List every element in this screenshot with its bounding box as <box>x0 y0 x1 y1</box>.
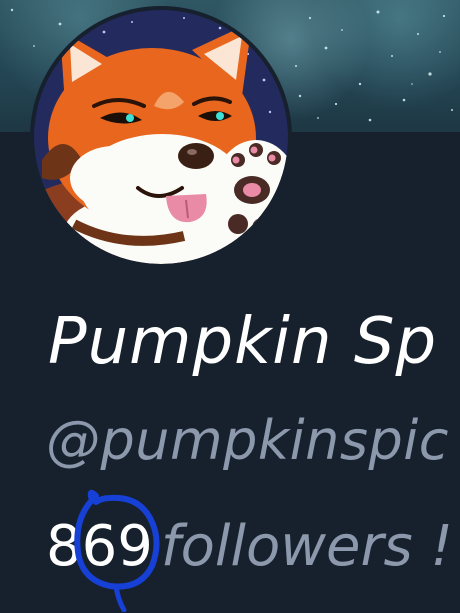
followers-count: 869 <box>46 514 153 579</box>
display-name[interactable]: Pumpkin Sp <box>48 300 437 384</box>
followers-label: followers ! <box>160 514 453 579</box>
followers-stat[interactable]: 869 followers ! <box>46 510 453 584</box>
fox-avatar-icon <box>34 10 288 264</box>
user-handle[interactable]: @pumpkinspic <box>46 406 449 476</box>
avatar[interactable] <box>30 6 292 268</box>
